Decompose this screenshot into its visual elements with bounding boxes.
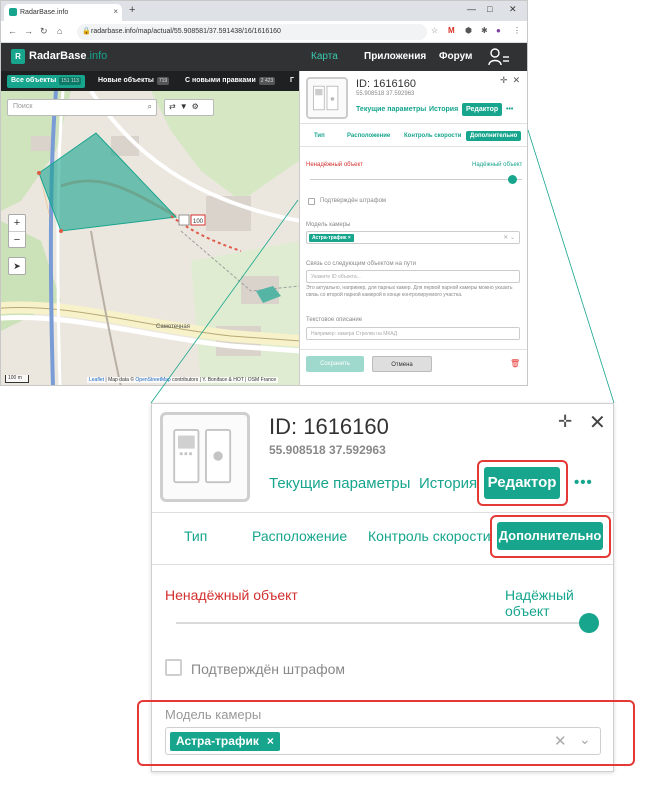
- extra-highlight: [490, 515, 611, 558]
- subtab-speed-control[interactable]: Контроль скорости: [368, 528, 491, 544]
- subtab-location[interactable]: Расположение: [252, 528, 347, 544]
- object-id: ID: 1616160: [269, 414, 389, 439]
- divider: [152, 564, 613, 565]
- subtab-type[interactable]: Тип: [184, 528, 207, 544]
- camera-device-icon: [160, 412, 250, 502]
- divider: [152, 512, 613, 513]
- reliability-slider-knob[interactable]: [579, 613, 599, 633]
- close-icon[interactable]: ✕: [589, 410, 606, 435]
- object-coords: 55.908518 37.592963: [269, 443, 386, 457]
- editor-highlight: [477, 460, 568, 506]
- confirmed-fine-checkbox[interactable]: [165, 659, 182, 676]
- more-icon[interactable]: •••: [574, 474, 593, 491]
- camera-model-highlight: [137, 700, 635, 766]
- crosshair-icon[interactable]: ✛: [558, 412, 572, 432]
- tab-current-params[interactable]: Текущие параметры: [269, 475, 410, 492]
- reliability-high-label: Надёжный объект: [505, 587, 574, 619]
- reliability-slider-track[interactable]: [176, 622, 596, 624]
- tab-history[interactable]: История: [419, 475, 477, 492]
- reliability-low-label: Ненадёжный объект: [165, 587, 298, 603]
- confirmed-fine-label: Подтверждён штрафом: [191, 661, 346, 677]
